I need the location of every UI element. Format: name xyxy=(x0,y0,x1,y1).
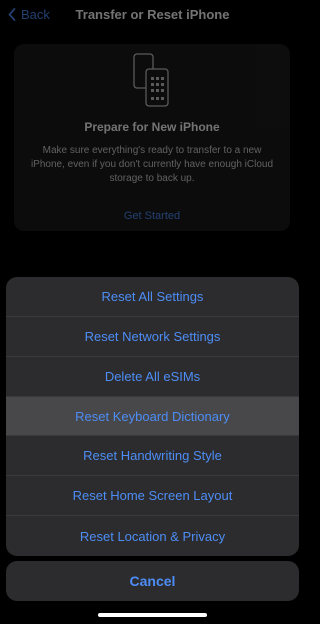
get-started-link[interactable]: Get Started xyxy=(14,210,290,222)
cancel-button[interactable]: Cancel xyxy=(6,561,299,601)
reset-location-privacy-button[interactable]: Reset Location & Privacy xyxy=(6,516,299,556)
reset-home-screen-layout-button[interactable]: Reset Home Screen Layout xyxy=(6,476,299,517)
reset-handwriting-style-button[interactable]: Reset Handwriting Style xyxy=(6,436,299,477)
two-phones-icon xyxy=(133,53,169,107)
prepare-new-iphone-card: Prepare for New iPhone Make sure everyth… xyxy=(14,44,290,231)
delete-all-esims-button[interactable]: Delete All eSIMs xyxy=(6,357,299,397)
reset-all-settings-button[interactable]: Reset All Settings xyxy=(6,277,299,317)
navigation-bar: Back Transfer or Reset iPhone xyxy=(0,0,305,34)
home-indicator[interactable] xyxy=(98,613,207,617)
card-title: Prepare for New iPhone xyxy=(84,120,220,134)
action-sheet: Reset All Settings Reset Network Setting… xyxy=(6,277,299,556)
reset-network-settings-button[interactable]: Reset Network Settings xyxy=(6,317,299,357)
page-title: Transfer or Reset iPhone xyxy=(75,7,230,22)
card-description: Make sure everything's ready to transfer… xyxy=(30,145,274,184)
reset-keyboard-dictionary-button[interactable]: Reset Keyboard Dictionary xyxy=(6,396,299,437)
